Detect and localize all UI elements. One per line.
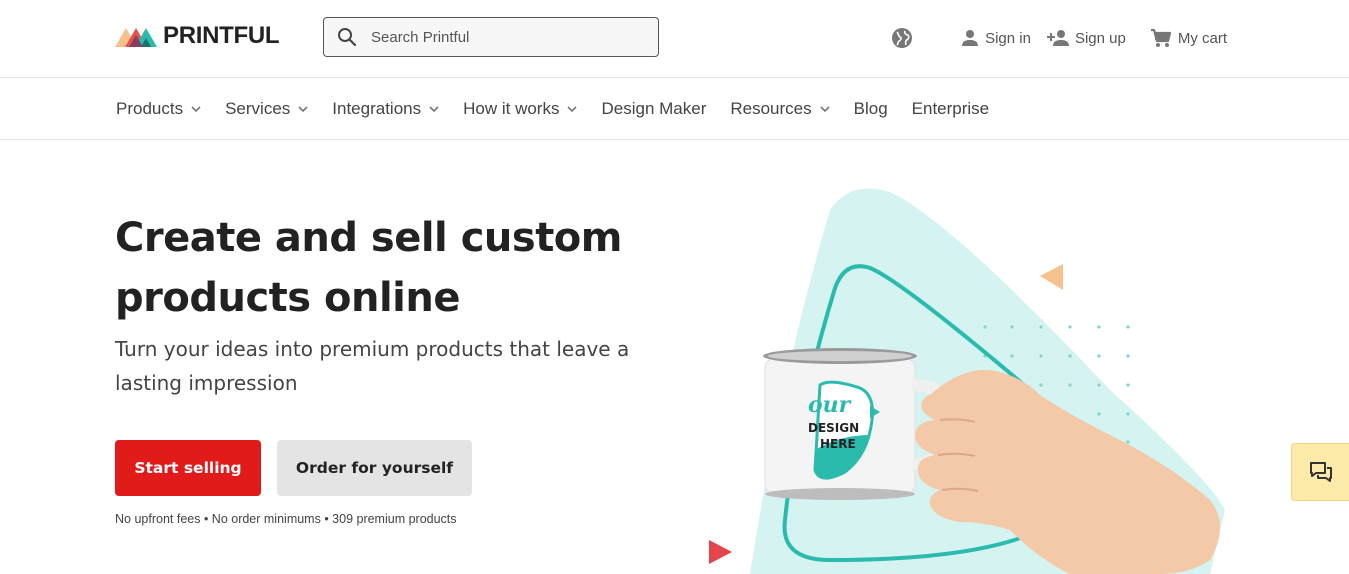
cart-link[interactable]: My cart [1150,28,1227,48]
logo-text: PRINTFUL [163,22,280,49]
nav-item-design-maker[interactable]: Design Maker [601,99,706,119]
nav-item-enterprise[interactable]: Enterprise [912,99,989,119]
printful-logo-icon [115,28,157,47]
main-nav: Products Services Integrations How it works… [0,79,1349,140]
language-button[interactable] [891,27,919,49]
nav-item-label: How it works [463,99,560,118]
chevron-down-icon [191,106,201,112]
nav-item-integrations[interactable]: Integrations [332,99,439,119]
hero-subtitle: Turn your ideas into premium products th… [115,337,630,395]
chevron-down-icon [820,106,830,112]
nav-item-blog[interactable]: Blog [854,99,888,119]
start-selling-button[interactable]: Start selling [115,440,261,496]
order-for-yourself-button[interactable]: Order for yourself [277,440,472,496]
chevron-down-icon [298,106,308,112]
top-bar: PRINTFUL Sign in [0,0,1349,78]
nav-item-products[interactable]: Products [116,99,201,119]
printful-logo[interactable]: PRINTFUL [115,22,280,49]
mug-text-design: DESIGN [808,421,859,435]
sign-up-link[interactable]: Sign up [1046,29,1126,47]
sign-in-label: Sign in [985,29,1031,47]
nav-item-label: Integrations [332,99,422,118]
user-icon [962,30,979,46]
nav-item-label: Design Maker [601,99,707,118]
sign-in-link[interactable]: Sign in [961,29,1031,47]
chat-icon [1309,462,1332,482]
nav-item-label: Products [116,99,184,118]
nav-item-label: Resources [730,99,812,118]
nav-item-label: Blog [853,99,888,118]
hero-illustration: our DESIGN HERE [709,188,1225,574]
hero-title: Create and sell custom products online [115,215,622,321]
globe-icon [892,28,913,48]
mug-text-here: HERE [820,437,856,451]
cart-icon [1150,28,1171,47]
nav-item-resources[interactable]: Resources [730,99,830,119]
nav-item-services[interactable]: Services [225,99,308,119]
header-actions: Sign in Sign up My cart [875,24,1227,52]
search-input[interactable] [371,28,631,46]
search-box[interactable] [323,17,659,57]
chat-button[interactable] [1291,443,1349,501]
nav-item-how-it-works[interactable]: How it works [463,99,578,119]
orange-triangle [1040,264,1063,290]
nav-item-label: Enterprise [911,99,990,118]
search-icon [338,28,357,47]
add-user-icon [1046,30,1069,46]
chevron-down-icon [567,106,578,112]
mug-text-our: our [808,392,852,418]
red-triangle [709,540,732,564]
nav-item-label: Services [225,99,291,118]
sign-up-label: Sign up [1074,29,1126,47]
hero-note: No upfront fees • No order minimums • 30… [115,512,457,526]
chevron-down-icon [429,106,439,112]
cart-label: My cart [1177,29,1227,47]
